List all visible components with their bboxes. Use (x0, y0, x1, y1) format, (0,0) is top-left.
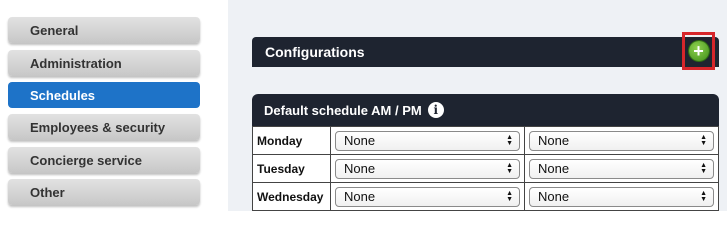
configurations-title: Configurations (265, 44, 365, 60)
select-value: None (344, 133, 376, 148)
select-arrows-icon: ▲ ▼ (700, 133, 707, 147)
sidebar-item-label: Concierge service (30, 152, 143, 168)
day-label: Tuesday (252, 154, 331, 183)
table-row: Monday None ▲ ▼ None ▲ ▼ (252, 126, 719, 155)
sidebar-item-label: Schedules (30, 87, 96, 103)
select-value: None (538, 133, 570, 148)
plus-circle-icon[interactable]: + (688, 41, 709, 61)
am-schedule-select[interactable]: None ▲ ▼ (335, 158, 520, 179)
pm-schedule-select[interactable]: None ▲ ▼ (529, 158, 714, 179)
pm-schedule-select[interactable]: None ▲ ▼ (529, 130, 714, 151)
day-label: Wednesday (252, 182, 331, 211)
sidebar-item-label: Administration (30, 55, 122, 71)
sidebar-item-administration[interactable]: Administration (8, 50, 200, 76)
day-label: Monday (252, 126, 331, 155)
select-value: None (538, 161, 570, 176)
sidebar-item-label: Employees & security (30, 119, 166, 135)
info-icon[interactable]: i (427, 102, 444, 118)
table-row: Tuesday None ▲ ▼ None ▲ ▼ (252, 154, 719, 183)
default-schedule-header: Default schedule AM / PM i (252, 94, 719, 126)
select-arrows-icon: ▲ ▼ (700, 161, 707, 175)
sidebar-item-schedules[interactable]: Schedules (8, 82, 200, 108)
sidebar-item-label: Other (30, 184, 65, 200)
select-value: None (538, 189, 570, 204)
pm-schedule-select[interactable]: None ▲ ▼ (529, 186, 714, 207)
sidebar-item-general[interactable]: General (8, 17, 200, 43)
sidebar-item-concierge-service[interactable]: Concierge service (8, 147, 200, 173)
am-schedule-select[interactable]: None ▲ ▼ (335, 130, 520, 151)
table-row: Wednesday None ▲ ▼ None ▲ ▼ (252, 182, 719, 211)
sidebar-item-label: General (30, 22, 79, 38)
am-schedule-select[interactable]: None ▲ ▼ (335, 186, 520, 207)
configurations-header: Configurations (252, 37, 719, 67)
sidebar-item-employees-security[interactable]: Employees & security (8, 114, 200, 140)
select-arrows-icon: ▲ ▼ (506, 133, 513, 147)
main-content: Configurations + Default schedule AM / P… (228, 0, 727, 211)
schedule-table: Monday None ▲ ▼ None ▲ ▼ Tuesday None ▲ ▼ (252, 126, 719, 211)
select-value: None (344, 189, 376, 204)
sidebar: General Administration Schedules Employe… (0, 0, 228, 211)
select-value: None (344, 161, 376, 176)
select-arrows-icon: ▲ ▼ (506, 161, 513, 175)
select-arrows-icon: ▲ ▼ (700, 189, 707, 203)
sidebar-item-other[interactable]: Other (8, 179, 200, 205)
default-schedule-title: Default schedule AM / PM (264, 102, 422, 118)
select-arrows-icon: ▲ ▼ (506, 189, 513, 203)
add-configuration-highlight: + (682, 32, 715, 70)
